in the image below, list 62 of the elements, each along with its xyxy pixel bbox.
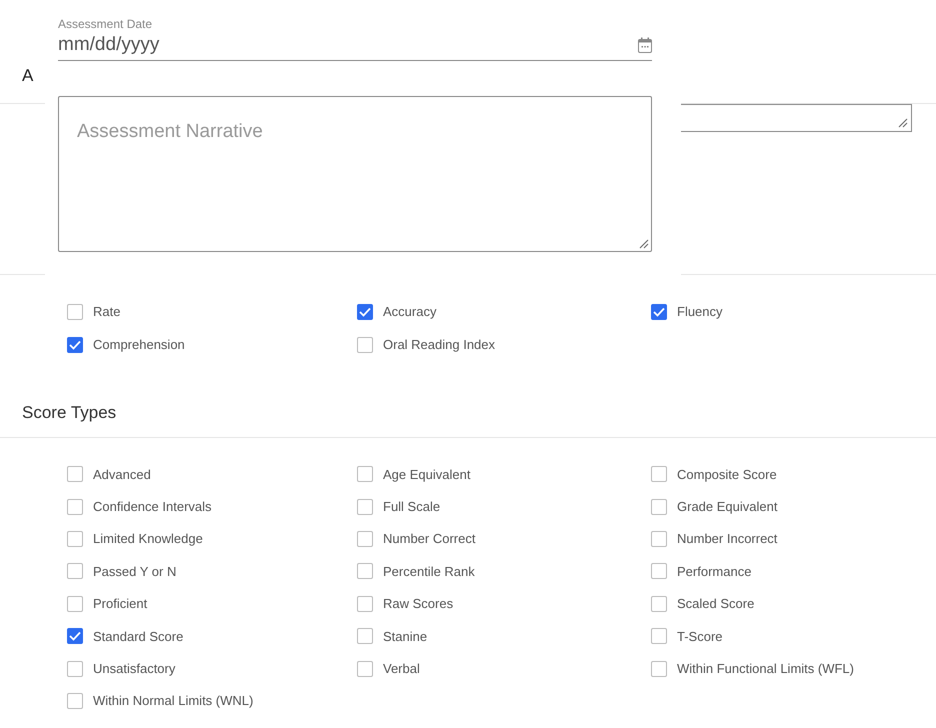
checkbox-label: Fluency <box>677 304 723 319</box>
checkbox[interactable] <box>67 596 83 612</box>
checkbox-label: Limited Knowledge <box>93 531 203 546</box>
checkbox-label: Standard Score <box>93 628 184 644</box>
checkbox-label: Verbal <box>383 661 420 676</box>
checkbox-label: Advanced <box>93 466 151 482</box>
checkbox-label: Number Incorrect <box>677 531 778 546</box>
checkbox[interactable] <box>67 498 83 515</box>
checkbox[interactable] <box>357 660 373 677</box>
checkbox-label: Raw Scores <box>383 596 454 612</box>
checkbox[interactable] <box>67 466 83 482</box>
checkbox[interactable] <box>357 466 373 482</box>
checkbox[interactable] <box>67 692 83 709</box>
checkbox-label: Rate <box>93 304 120 319</box>
checkbox[interactable] <box>67 304 83 320</box>
checkbox-label: Confidence Intervals <box>93 499 212 514</box>
checkbox-label: Percentile Rank <box>383 564 475 579</box>
checkbox-label: T-Score <box>677 628 723 644</box>
checkbox[interactable] <box>357 563 373 580</box>
section-title: Score Types <box>21 403 116 424</box>
checkbox[interactable] <box>651 628 667 644</box>
checkbox[interactable] <box>67 530 83 547</box>
checkbox[interactable] <box>651 304 667 320</box>
checkbox[interactable] <box>357 628 373 644</box>
checkbox[interactable] <box>651 530 667 547</box>
checkbox-label: Proficient <box>93 596 148 612</box>
checkbox-label: Oral Reading Index <box>383 337 496 352</box>
resize-handle-icon[interactable] <box>639 239 649 249</box>
field-label: Assessment Date <box>58 16 154 32</box>
checkbox-label: Performance <box>677 564 752 579</box>
checkbox-label: Within Normal Limits (WNL) <box>93 693 254 708</box>
text-area[interactable] <box>680 104 912 132</box>
narrative-text-area[interactable]: Assessment Narrative <box>58 96 652 252</box>
checkbox[interactable] <box>357 530 373 547</box>
checkbox-label: Accuracy <box>383 304 436 319</box>
checkbox[interactable] <box>67 660 83 677</box>
section-heading: A <box>22 66 34 86</box>
calendar-icon[interactable] <box>638 37 652 53</box>
checkbox-label: Scaled Score <box>677 596 754 612</box>
checkbox[interactable] <box>651 563 667 580</box>
checkbox-label: Number Correct <box>383 531 476 546</box>
checkbox-label: Full Scale <box>383 499 440 514</box>
checkbox[interactable] <box>67 628 83 644</box>
checkbox[interactable] <box>651 466 667 482</box>
checkbox[interactable] <box>651 596 667 612</box>
checkbox[interactable] <box>357 336 373 352</box>
checkbox[interactable] <box>357 498 373 515</box>
checkbox[interactable] <box>357 304 373 320</box>
checkbox-label: Comprehension <box>93 337 185 352</box>
checkbox-label: Passed Y or N <box>93 564 176 579</box>
checkbox-label: Unsatisfactory <box>93 661 176 676</box>
checkbox[interactable] <box>651 498 667 515</box>
checkbox[interactable] <box>651 660 667 677</box>
checkbox-label: Composite Score <box>677 466 777 482</box>
checkbox[interactable] <box>357 596 373 612</box>
checkbox-label: Within Functional Limits (WFL) <box>677 661 854 676</box>
checkbox[interactable] <box>67 563 83 580</box>
checkbox-label: Stanine <box>383 628 428 644</box>
checkbox-label: Grade Equivalent <box>677 499 778 514</box>
checkbox-label: Age Equivalent <box>383 466 470 482</box>
checkbox[interactable] <box>67 336 83 352</box>
resize-handle-icon[interactable] <box>898 118 908 128</box>
